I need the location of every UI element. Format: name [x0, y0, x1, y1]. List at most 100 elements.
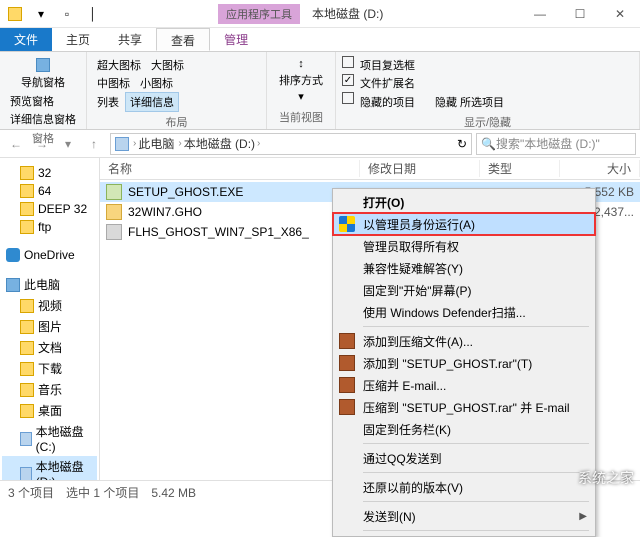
ctx-open[interactable]: 打开(O): [333, 191, 595, 213]
checkbox-itemcheck[interactable]: [342, 56, 354, 68]
layout-small[interactable]: 小图标: [136, 74, 177, 92]
recent-dropdown[interactable]: ▾: [56, 132, 80, 156]
status-count: 3 个项目: [8, 484, 54, 501]
title-bar: ▾ ▫ │ 应用程序工具 本地磁盘 (D:) — ☐ ✕: [0, 0, 640, 28]
folder-icon: [20, 166, 34, 180]
tree-folder-deep32[interactable]: DEEP 32: [2, 200, 97, 218]
sort-button[interactable]: ↕ 排序方式 ▾: [273, 56, 329, 105]
tree-videos[interactable]: 视频: [2, 295, 97, 316]
tab-file[interactable]: 文件: [0, 28, 52, 51]
crumb-drive[interactable]: 本地磁盘 (D:): [184, 135, 255, 152]
forward-button[interactable]: →: [30, 132, 54, 156]
tree-onedrive[interactable]: OneDrive: [2, 246, 97, 264]
ctx-separator: [363, 326, 589, 327]
ctx-send-to[interactable]: 发送到(N)▶: [333, 505, 595, 527]
checkbox-hidden[interactable]: [342, 92, 354, 104]
navigation-tree[interactable]: 32 64 DEEP 32 ftp OneDrive 此电脑 视频 图片 文档 …: [0, 158, 100, 480]
status-size: 5.42 MB: [151, 486, 196, 500]
folder-icon: [20, 184, 34, 198]
tree-folder-32[interactable]: 32: [2, 164, 97, 182]
hide-selected-button[interactable]: 隐藏 所选项目: [429, 92, 510, 112]
layout-details[interactable]: 详细信息: [125, 92, 179, 112]
ctx-separator: [363, 443, 589, 444]
tab-view[interactable]: 查看: [156, 28, 210, 51]
tree-downloads[interactable]: 下载: [2, 358, 97, 379]
minimize-button[interactable]: —: [520, 0, 560, 28]
ctx-add-archive[interactable]: 添加到压缩文件(A)...: [333, 330, 595, 352]
layout-medium[interactable]: 中图标: [93, 74, 134, 92]
ribbon-tabs: 文件 主页 共享 查看 管理: [0, 28, 640, 52]
rar-icon: [339, 399, 355, 415]
sort-icon: ↕: [298, 58, 304, 70]
refresh-icon[interactable]: ↻: [457, 137, 467, 151]
back-button[interactable]: ←: [4, 132, 28, 156]
tree-folder-ftp[interactable]: ftp: [2, 218, 97, 236]
col-size[interactable]: 大小: [560, 160, 640, 177]
ribbon-group-panes: 导航窗格 预览窗格 详细信息窗格 窗格: [0, 52, 87, 129]
ctx-compress-email[interactable]: 压缩并 E-mail...: [333, 374, 595, 396]
maximize-button[interactable]: ☐: [560, 0, 600, 28]
ctx-restore-previous[interactable]: 还原以前的版本(V): [333, 476, 595, 498]
tree-desktop[interactable]: 桌面: [2, 400, 97, 421]
status-selection: 选中 1 个项目: [66, 484, 139, 501]
col-date[interactable]: 修改日期: [360, 160, 480, 177]
shield-icon: [339, 216, 355, 232]
col-type[interactable]: 类型: [480, 160, 560, 177]
layout-list[interactable]: 列表: [93, 92, 123, 112]
ctx-qq-send[interactable]: 通过QQ发送到: [333, 447, 595, 469]
col-name[interactable]: 名称: [100, 160, 360, 177]
ctx-add-rar[interactable]: 添加到 "SETUP_GHOST.rar"(T): [333, 352, 595, 374]
close-button[interactable]: ✕: [600, 0, 640, 28]
rar-icon: [339, 377, 355, 393]
ribbon: 导航窗格 预览窗格 详细信息窗格 窗格 超大图标 大图标 中图标 小图标 列表 …: [0, 52, 640, 130]
crumb-thispc[interactable]: 此电脑: [138, 135, 174, 152]
search-input[interactable]: 🔍 搜索"本地磁盘 (D:)": [476, 133, 636, 155]
qat-item-icon[interactable]: ▫: [56, 3, 78, 25]
nav-pane-button[interactable]: 导航窗格: [6, 56, 80, 92]
ctx-compat-troubleshoot[interactable]: 兼容性疑难解答(Y): [333, 257, 595, 279]
up-button[interactable]: ↑: [82, 132, 106, 156]
column-headers[interactable]: 名称 修改日期 类型 大小: [100, 158, 640, 180]
ribbon-group-currentview: ↕ 排序方式 ▾ 当前视图: [267, 52, 336, 129]
layout-xlarge[interactable]: 超大图标: [93, 56, 145, 74]
qat-sep-icon: │: [82, 3, 104, 25]
preview-pane-button[interactable]: 预览窗格: [6, 92, 58, 110]
details-pane-button[interactable]: 详细信息窗格: [6, 110, 80, 128]
quick-access-toolbar: ▾ ▫ │: [0, 3, 108, 25]
address-bar-row: ← → ▾ ↑ ›此电脑 ›本地磁盘 (D:) › ↻ 🔍 搜索"本地磁盘 (D…: [0, 130, 640, 158]
onedrive-icon: [6, 248, 20, 262]
qat-down-icon[interactable]: ▾: [30, 3, 52, 25]
chevron-right-icon: ▶: [579, 511, 587, 522]
tree-drive-d[interactable]: 本地磁盘 (D:): [2, 456, 97, 480]
tree-folder-64[interactable]: 64: [2, 182, 97, 200]
gho-icon: [106, 204, 122, 220]
layout-large[interactable]: 大图标: [147, 56, 188, 74]
search-icon: 🔍: [481, 137, 496, 151]
context-menu: 打开(O) 以管理员身份运行(A) 管理员取得所有权 兼容性疑难解答(Y) 固定…: [332, 188, 596, 537]
tree-music[interactable]: 音乐: [2, 379, 97, 400]
tree-thispc[interactable]: 此电脑: [2, 274, 97, 295]
tree-pictures[interactable]: 图片: [2, 316, 97, 337]
ctx-run-as-admin[interactable]: 以管理员身份运行(A): [333, 213, 595, 235]
exe-icon: [106, 184, 122, 200]
iso-icon: [106, 224, 122, 240]
checkbox-ext[interactable]: [342, 74, 354, 86]
tab-home[interactable]: 主页: [52, 28, 104, 51]
pane-icon: [36, 58, 50, 72]
ctx-pin-taskbar[interactable]: 固定到任务栏(K): [333, 418, 595, 440]
folder-icon: [20, 202, 34, 216]
ribbon-group-layout: 超大图标 大图标 中图标 小图标 列表 详细信息 布局: [87, 52, 267, 129]
rar-icon: [339, 355, 355, 371]
tab-share[interactable]: 共享: [104, 28, 156, 51]
folder-icon: [20, 220, 34, 234]
ctx-take-ownership[interactable]: 管理员取得所有权: [333, 235, 595, 257]
ctx-pin-start[interactable]: 固定到"开始"屏幕(P): [333, 279, 595, 301]
tab-manage[interactable]: 管理: [210, 28, 262, 51]
ctx-separator: [363, 472, 589, 473]
ctx-defender-scan[interactable]: 使用 Windows Defender扫描...: [333, 301, 595, 323]
chevron-down-icon: ▾: [298, 90, 304, 103]
tree-documents[interactable]: 文档: [2, 337, 97, 358]
ctx-compress-rar-email[interactable]: 压缩到 "SETUP_GHOST.rar" 并 E-mail: [333, 396, 595, 418]
address-bar[interactable]: ›此电脑 ›本地磁盘 (D:) › ↻: [110, 133, 472, 155]
tree-drive-c[interactable]: 本地磁盘 (C:): [2, 421, 97, 456]
